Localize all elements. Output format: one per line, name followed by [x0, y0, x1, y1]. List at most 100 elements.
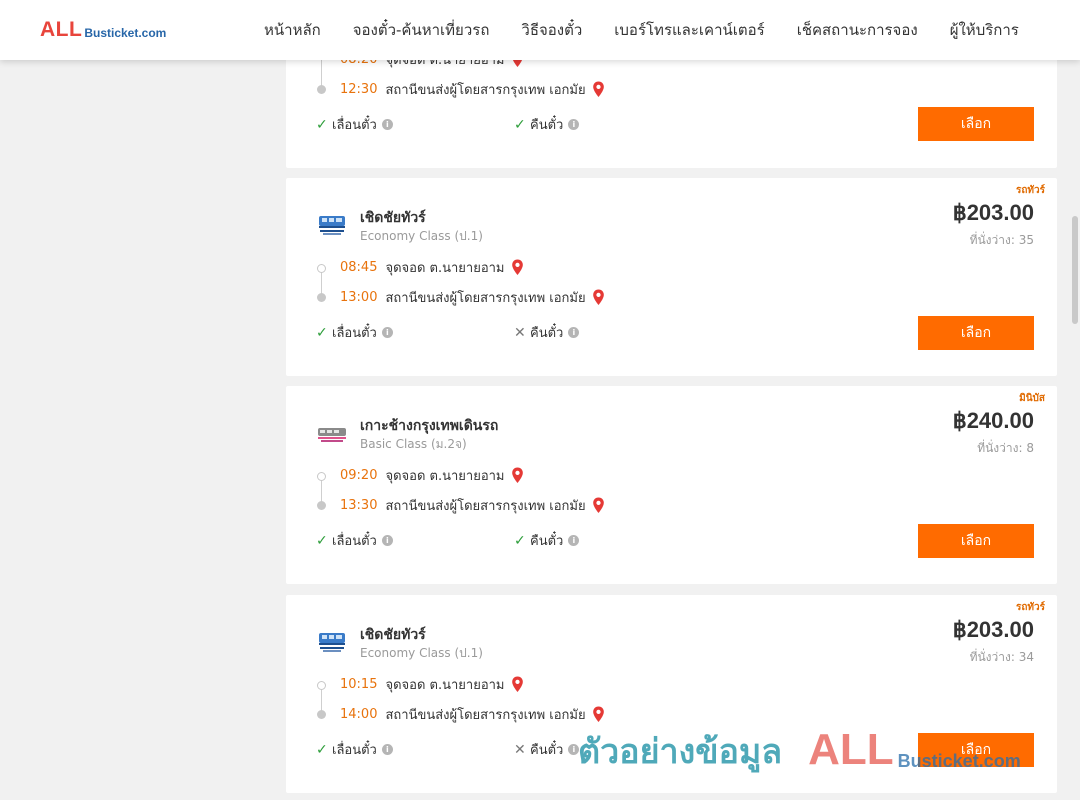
map-pin-icon[interactable]	[511, 676, 524, 693]
departure-place: จุดจอด ต.นายายอาม	[385, 677, 505, 693]
nav-home[interactable]: หน้าหลัก	[248, 18, 337, 42]
arrival-stop: 13:30 สถานีขนส่งผู้โดยสารกรุงเทพ เอกมัย	[340, 495, 605, 515]
check-icon: ✓	[514, 532, 526, 549]
refund-feature: ✓ คืนตั๋ว i	[514, 114, 580, 135]
site-logo[interactable]: ALL Busticket.com	[40, 19, 166, 41]
check-icon: ✓	[316, 324, 328, 341]
arrival-time: 12:30	[340, 81, 378, 97]
refund-feature: ✕ คืนตั๋ว i	[514, 739, 580, 760]
reschedule-label: เลื่อนตั๋ว	[332, 118, 377, 133]
logo-all-text: ALL	[40, 18, 83, 41]
info-icon[interactable]: i	[568, 119, 580, 130]
site-header: ALL Busticket.com หน้าหลัก จองตั๋ว-ค้นหา…	[0, 0, 1080, 60]
logo-busticket-text: Busticket.com	[84, 26, 167, 40]
arrival-time: 13:30	[340, 497, 378, 513]
ticket-price: ฿203.00	[952, 200, 1034, 225]
ticket-price: ฿240.00	[952, 408, 1034, 433]
departure-dot	[317, 472, 326, 481]
reschedule-label: เลื่อนตั๋ว	[332, 743, 377, 758]
info-icon[interactable]: i	[381, 119, 393, 130]
seats-available: ที่นั่งว่าง: 8	[977, 441, 1034, 455]
operator-name: เกาะช้างกรุงเทพเดินรถ	[360, 418, 499, 434]
info-icon[interactable]: i	[568, 327, 580, 338]
operator-logo-icon	[319, 633, 345, 652]
select-button[interactable]: เลือก	[918, 107, 1034, 141]
nav-operators[interactable]: ผู้ให้บริการ	[934, 18, 1035, 42]
operator-logo-icon	[319, 216, 345, 235]
info-icon[interactable]: i	[568, 535, 580, 546]
bus-type-badge: มินิบัส	[1019, 393, 1045, 404]
arrival-dot	[317, 85, 326, 94]
reschedule-feature: ✓ เลื่อนตั๋ว i	[316, 739, 393, 760]
departure-stop: 09:20 จุดจอด ต.นายายอาม	[340, 465, 524, 485]
map-pin-icon[interactable]	[511, 259, 524, 276]
bus-class: Economy Class (ป.1)	[360, 229, 483, 243]
departure-stop: 08:45 จุดจอด ต.นายายอาม	[340, 257, 524, 277]
info-icon[interactable]: i	[381, 744, 393, 755]
check-icon: ✓	[316, 532, 328, 549]
reschedule-feature: ✓ เลื่อนตั๋ว i	[316, 114, 393, 135]
departure-place: จุดจอด ต.นายายอาม	[385, 468, 505, 484]
info-icon[interactable]: i	[381, 535, 393, 546]
reschedule-label: เลื่อนตั๋ว	[332, 534, 377, 549]
arrival-stop: 13:00 สถานีขนส่งผู้โดยสารกรุงเทพ เอกมัย	[340, 287, 605, 307]
arrival-place: สถานีขนส่งผู้โดยสารกรุงเทพ เอกมัย	[385, 82, 586, 98]
bus-type-badge: รถทัวร์	[1015, 602, 1045, 613]
seats-available: ที่นั่งว่าง: 35	[969, 233, 1034, 247]
cross-icon: ✕	[514, 741, 526, 758]
select-button[interactable]: เลือก	[918, 316, 1034, 350]
main-nav: หน้าหลัก จองตั๋ว-ค้นหาเที่ยวรถ วิธีจองตั…	[248, 18, 1035, 42]
arrival-dot	[317, 501, 326, 510]
departure-time: 09:20	[340, 467, 378, 483]
nav-phone-counters[interactable]: เบอร์โทรและเคาน์เตอร์	[598, 18, 780, 42]
select-button[interactable]: เลือก	[918, 524, 1034, 558]
nav-check-booking[interactable]: เช็คสถานะการจอง	[781, 18, 934, 42]
arrival-dot	[317, 710, 326, 719]
arrival-stop: 12:30 สถานีขนส่งผู้โดยสารกรุงเทพ เอกมัย	[340, 79, 605, 99]
reschedule-label: เลื่อนตั๋ว	[332, 326, 377, 341]
refund-label: คืนตั๋ว	[530, 743, 564, 758]
bus-class: Economy Class (ป.1)	[360, 646, 483, 660]
operator-name: เชิดชัยทัวร์	[360, 627, 426, 643]
bus-class: Basic Class (ม.2จ)	[360, 437, 467, 451]
nav-book-search[interactable]: จองตั๋ว-ค้นหาเที่ยวรถ	[337, 18, 506, 42]
arrival-dot	[317, 293, 326, 302]
check-icon: ✓	[316, 116, 328, 133]
refund-label: คืนตั๋ว	[530, 118, 564, 133]
arrival-place: สถานีขนส่งผู้โดยสารกรุงเทพ เอกมัย	[385, 498, 586, 514]
refund-feature: ✕ คืนตั๋ว i	[514, 322, 580, 343]
map-pin-icon[interactable]	[592, 497, 605, 514]
map-pin-icon[interactable]	[511, 467, 524, 484]
operator-logo-icon	[318, 428, 346, 442]
check-icon: ✓	[514, 116, 526, 133]
departure-place: จุดจอด ต.นายายอาม	[385, 260, 505, 276]
arrival-stop: 14:00 สถานีขนส่งผู้โดยสารกรุงเทพ เอกมัย	[340, 704, 605, 724]
scrollbar-thumb[interactable]	[1072, 216, 1078, 324]
reschedule-feature: ✓ เลื่อนตั๋ว i	[316, 530, 393, 551]
departure-dot	[317, 681, 326, 690]
check-icon: ✓	[316, 741, 328, 758]
trip-card: มินิบัส เกาะช้างกรุงเทพเดินรถ Basic Clas…	[286, 386, 1057, 584]
select-button[interactable]: เลือก	[918, 733, 1034, 767]
nav-how-to-book[interactable]: วิธีจองตั๋ว	[505, 18, 598, 42]
arrival-time: 14:00	[340, 706, 378, 722]
reschedule-feature: ✓ เลื่อนตั๋ว i	[316, 322, 393, 343]
page-scrollbar[interactable]	[1070, 0, 1080, 800]
info-icon[interactable]: i	[568, 744, 580, 755]
map-pin-icon[interactable]	[592, 706, 605, 723]
map-pin-icon[interactable]	[592, 289, 605, 306]
arrival-place: สถานีขนส่งผู้โดยสารกรุงเทพ เอกมัย	[385, 707, 586, 723]
info-icon[interactable]: i	[381, 327, 393, 338]
departure-dot	[317, 264, 326, 273]
bus-type-badge: รถทัวร์	[1015, 185, 1045, 196]
cross-icon: ✕	[514, 324, 526, 341]
operator-name: เชิดชัยทัวร์	[360, 210, 426, 226]
map-pin-icon[interactable]	[592, 81, 605, 98]
ticket-price: ฿203.00	[952, 617, 1034, 642]
seats-available: ที่นั่งว่าง: 34	[969, 650, 1034, 664]
departure-time: 10:15	[340, 676, 378, 692]
trip-card: รถทัวร์ เชิดชัยทัวร์ Economy Class (ป.1)…	[286, 178, 1057, 376]
arrival-time: 13:00	[340, 289, 378, 305]
refund-label: คืนตั๋ว	[530, 534, 564, 549]
arrival-place: สถานีขนส่งผู้โดยสารกรุงเทพ เอกมัย	[385, 290, 586, 306]
